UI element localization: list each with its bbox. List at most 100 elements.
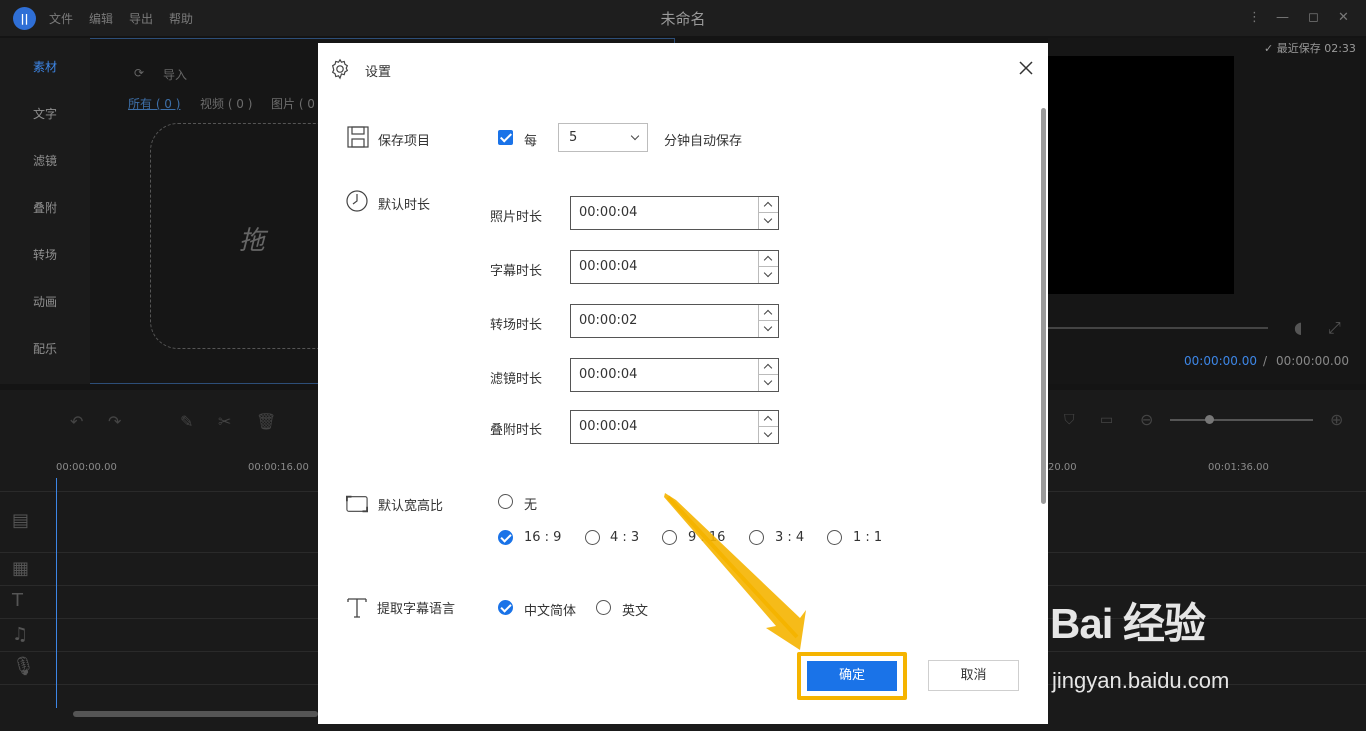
filter-duration-input[interactable]: 00:00:04 <box>570 358 779 392</box>
close-window-icon[interactable]: ✕ <box>1338 10 1349 25</box>
spinner <box>758 305 778 337</box>
aspect-3-4-radio[interactable] <box>749 530 764 545</box>
time-total: 00:00:00.00 <box>1276 354 1349 368</box>
clock-icon <box>346 190 368 212</box>
time-current: 00:00:00.00 <box>1184 354 1257 368</box>
autosave-checkbox[interactable] <box>498 130 513 145</box>
drop-zone-text: 拖 <box>239 226 266 256</box>
gear-icon <box>331 58 349 80</box>
aspect-1-1-radio[interactable] <box>827 530 842 545</box>
undo-icon[interactable]: ↶ <box>70 412 83 431</box>
ruler-tick: 00:01:36.00 <box>1208 462 1269 473</box>
spinner <box>758 359 778 391</box>
preview-screen <box>1048 56 1234 294</box>
zoom-in-icon[interactable]: ⊕ <box>1330 410 1343 429</box>
close-icon[interactable] <box>1018 60 1034 76</box>
voice-track-icon: 🎙 <box>12 656 35 677</box>
zoom-slider-handle[interactable] <box>1205 415 1214 424</box>
subtitle-duration-label: 字幕时长 <box>490 264 543 279</box>
autosave-interval-value: 5 <box>569 130 578 145</box>
increment-button[interactable] <box>759 359 778 375</box>
delete-icon[interactable]: 🗑 <box>256 412 276 431</box>
transition-duration-input[interactable]: 00:00:02 <box>570 304 779 338</box>
filter-video[interactable]: 视频 ( 0 ) <box>200 95 252 112</box>
aspect-16-9-radio[interactable] <box>498 530 513 545</box>
spinner <box>758 411 778 443</box>
volume-icon[interactable]: ◖ <box>1294 318 1302 337</box>
default-duration-label: 默认时长 <box>378 198 431 213</box>
nav-item-filter[interactable]: 滤镜 <box>0 152 90 169</box>
playhead[interactable] <box>56 478 57 708</box>
restore-icon[interactable]: ◻ <box>1308 10 1319 25</box>
watermark-brand: Bai 经验 <box>1050 600 1206 647</box>
increment-button[interactable] <box>759 197 778 213</box>
decrement-button[interactable] <box>759 267 778 283</box>
lang-chinese-radio[interactable] <box>498 600 513 615</box>
lang-english-label: 英文 <box>622 604 649 619</box>
nav-item-animation[interactable]: 动画 <box>0 293 90 310</box>
ruler-tick: 00:00:00.00 <box>56 462 117 473</box>
import-button[interactable]: 导入 <box>163 66 187 83</box>
transition-duration-value: 00:00:02 <box>579 313 638 328</box>
aspect-9-16-label: 9 : 16 <box>688 530 726 545</box>
cut-icon[interactable]: ✂ <box>218 412 231 431</box>
time-separator: / <box>1263 354 1268 368</box>
more-icon[interactable]: ⋮ <box>1248 10 1261 25</box>
decrement-button[interactable] <box>759 321 778 337</box>
autosave-interval-select[interactable]: 5 <box>558 123 648 152</box>
increment-button[interactable] <box>759 251 778 267</box>
settings-dialog: 设置 保存项目 每 5 分钟自动保存 默认时长 照片时长 00:00:04 字幕… <box>318 43 1048 724</box>
save-icon <box>347 126 369 148</box>
fullscreen-icon[interactable]: ⤢ <box>1328 318 1341 338</box>
chevron-down-icon <box>630 131 640 141</box>
ruler-tick: 20.00 <box>1048 462 1077 473</box>
zoom-slider[interactable] <box>1170 419 1313 421</box>
decrement-button[interactable] <box>759 427 778 443</box>
autosave-suffix: 分钟自动保存 <box>664 134 743 149</box>
import-icon[interactable]: ⟳ <box>134 66 144 80</box>
photo-duration-input[interactable]: 00:00:04 <box>570 196 779 230</box>
nav-item-text[interactable]: 文字 <box>0 105 90 122</box>
aspect-none-radio[interactable] <box>498 494 513 509</box>
lang-english-radio[interactable] <box>596 600 611 615</box>
filter-duration-value: 00:00:04 <box>579 367 638 382</box>
spinner <box>758 197 778 229</box>
filter-duration-label: 滤镜时长 <box>490 372 543 387</box>
every-label: 每 <box>524 134 538 149</box>
increment-button[interactable] <box>759 411 778 427</box>
dialog-scrollbar[interactable] <box>1041 108 1046 504</box>
overlay-duration-value: 00:00:04 <box>579 419 638 434</box>
nav-item-music[interactable]: 配乐 <box>0 340 90 357</box>
nav-item-overlay[interactable]: 叠附 <box>0 199 90 216</box>
cancel-button[interactable]: 取消 <box>928 660 1019 691</box>
preview-panel: ◖ ⤢ <box>1048 38 1366 384</box>
increment-button[interactable] <box>759 305 778 321</box>
decrement-button[interactable] <box>759 213 778 229</box>
nav-item-transition[interactable]: 转场 <box>0 246 90 263</box>
redo-icon[interactable]: ↷ <box>108 412 121 431</box>
filter-image[interactable]: 图片 ( 0 ) <box>271 95 323 112</box>
edit-icon[interactable]: ✎ <box>180 412 193 431</box>
left-nav: 素材 文字 滤镜 叠附 转场 动画 配乐 <box>0 38 90 384</box>
marker-icon[interactable]: ⛉ <box>1064 412 1075 428</box>
minimize-icon[interactable]: — <box>1276 10 1289 25</box>
aspect-none-label: 无 <box>524 498 538 513</box>
decrement-button[interactable] <box>759 375 778 391</box>
overlay-duration-label: 叠附时长 <box>490 423 543 438</box>
overlay-duration-input[interactable]: 00:00:04 <box>570 410 779 444</box>
snapshot-icon[interactable]: ▭ <box>1100 412 1113 428</box>
nav-item-media[interactable]: 素材 <box>0 58 90 75</box>
preview-progress[interactable] <box>1048 327 1268 329</box>
aspect-4-3-radio[interactable] <box>585 530 600 545</box>
zoom-out-icon[interactable]: ⊖ <box>1140 410 1153 429</box>
ok-button[interactable]: 确定 <box>807 661 897 691</box>
filter-all[interactable]: 所有 ( 0 ) <box>128 95 180 112</box>
subtitle-duration-input[interactable]: 00:00:04 <box>570 250 779 284</box>
watermark-url: jingyan.baidu.com <box>1052 668 1230 693</box>
spinner <box>758 251 778 283</box>
aspect-1-1-label: 1 : 1 <box>853 530 883 545</box>
autosave-text: 最近保存 02:33 <box>1276 42 1356 55</box>
aspect-9-16-radio[interactable] <box>662 530 677 545</box>
photo-duration-label: 照片时长 <box>490 210 543 225</box>
timeline-scrollbar[interactable] <box>73 711 318 717</box>
